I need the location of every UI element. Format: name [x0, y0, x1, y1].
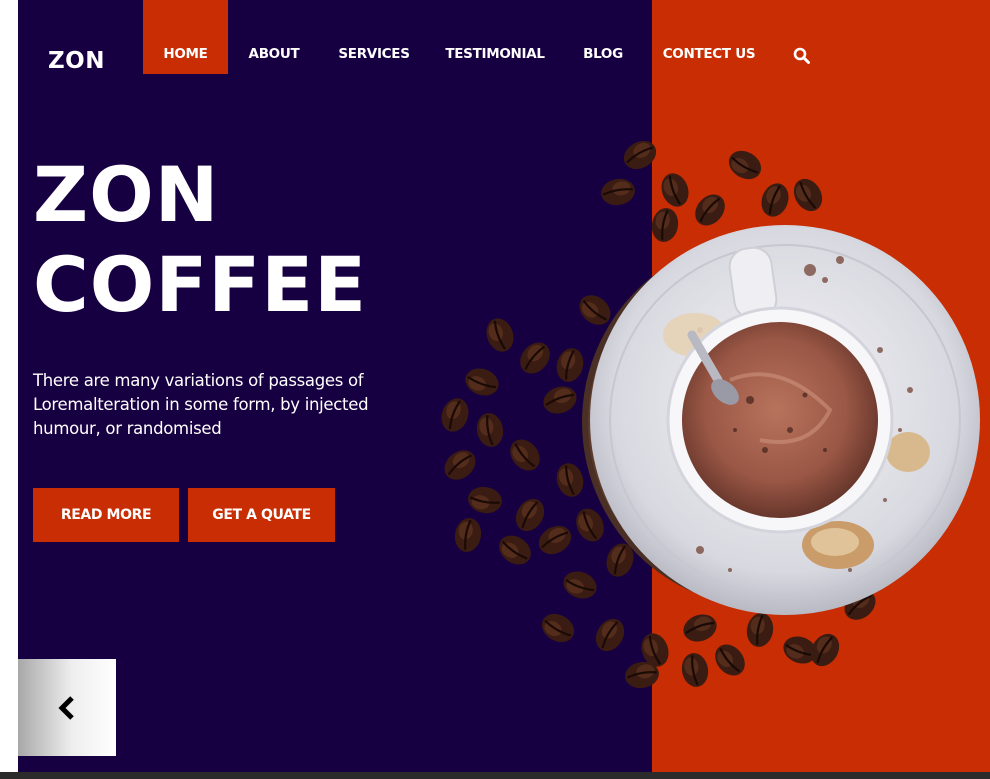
hero-description: There are many variations of passages of…: [33, 371, 369, 438]
left-edge: [0, 0, 18, 772]
site-logo[interactable]: ZON: [48, 48, 105, 74]
nav-item-home[interactable]: HOME: [143, 0, 228, 74]
nav-item-testimonial[interactable]: TESTIMONIAL: [428, 0, 562, 74]
read-more-button[interactable]: READ MORE: [33, 488, 179, 542]
nav-item-contact[interactable]: CONTECT US: [644, 0, 774, 74]
bottom-bar: [0, 772, 990, 779]
coffee-cup-image: [435, 134, 980, 692]
main-nav: HOME ABOUT SERVICES TESTIMONIAL BLOG CON…: [143, 0, 829, 74]
chevron-left-icon: [58, 695, 74, 720]
search-icon: [793, 47, 810, 64]
search-button[interactable]: [774, 0, 829, 74]
hero-title: ZON COFFEE: [33, 150, 367, 330]
nav-item-about[interactable]: ABOUT: [228, 0, 320, 74]
hero-title-line1: ZON: [33, 150, 220, 239]
hero-title-line2: COFFEE: [33, 240, 368, 329]
nav-item-services[interactable]: SERVICES: [320, 0, 428, 74]
nav-item-blog[interactable]: BLOG: [562, 0, 644, 74]
get-quote-button[interactable]: GET A QUATE: [188, 488, 335, 542]
slider-prev-button[interactable]: [18, 659, 116, 756]
